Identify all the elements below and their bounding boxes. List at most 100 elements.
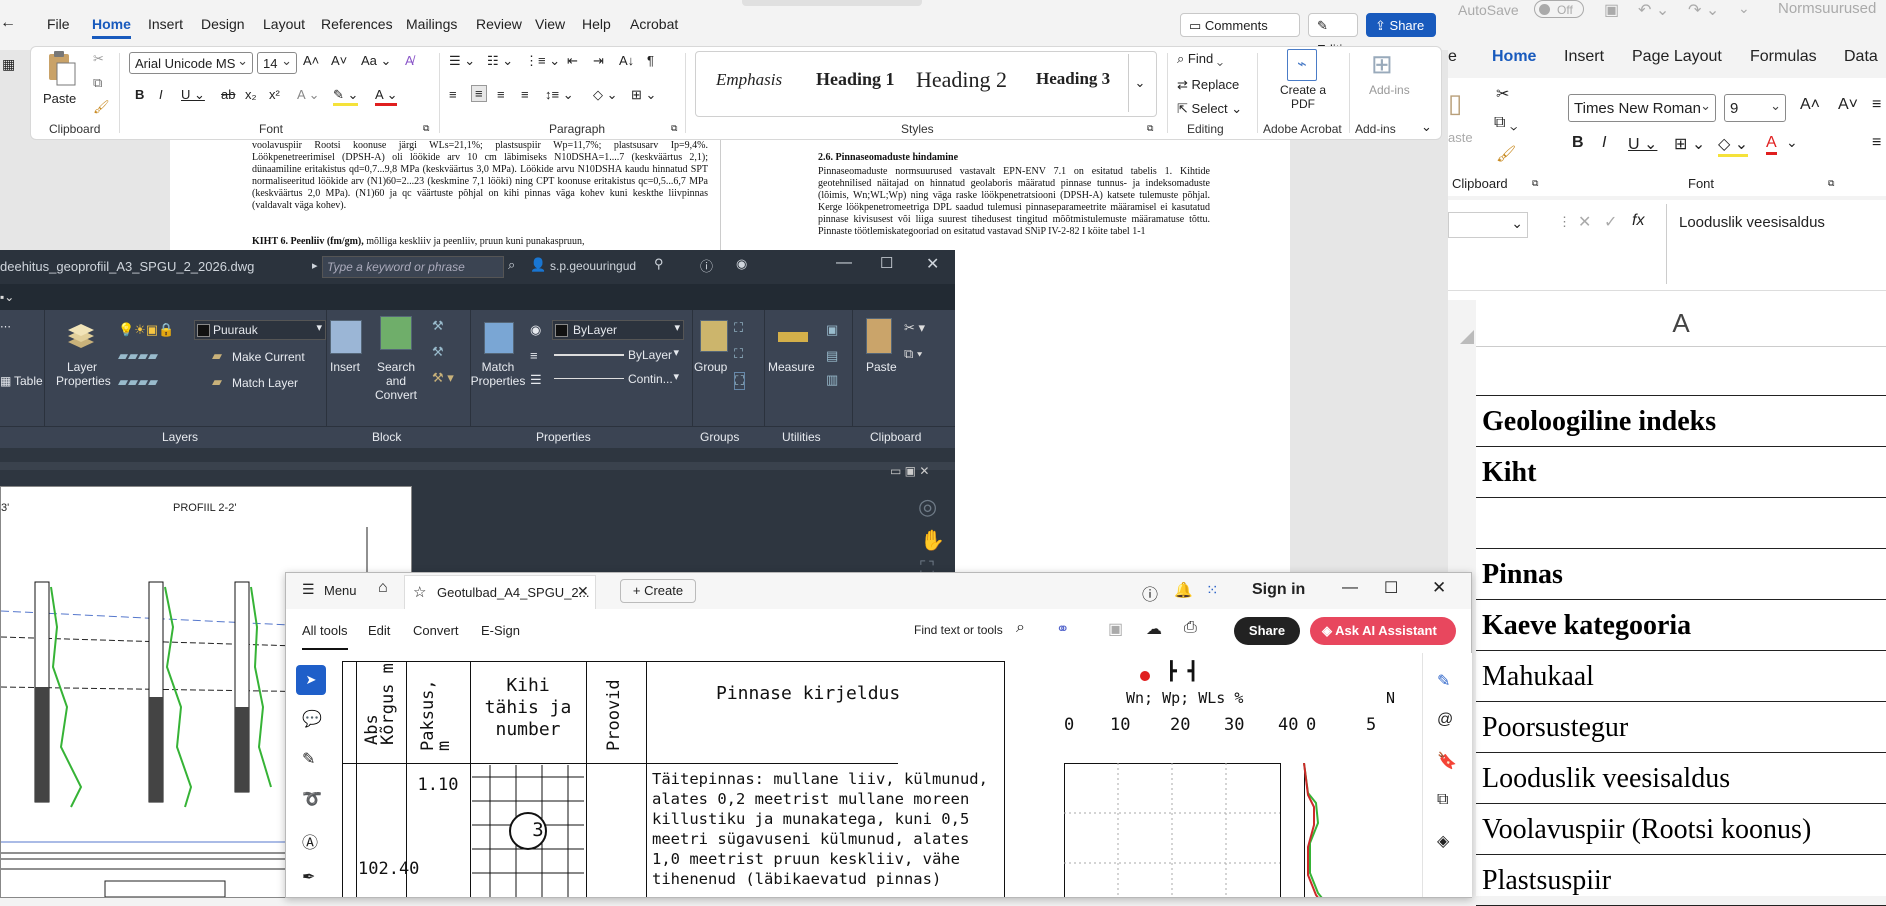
format-painter-icon[interactable]: 🖌 (93, 99, 110, 115)
color-select[interactable]: ByLayer ▾ (552, 320, 684, 340)
tool-edit[interactable]: Edit (368, 623, 390, 638)
style-heading-3[interactable]: Heading 3 (1036, 69, 1110, 89)
layer-properties-icon[interactable] (64, 320, 98, 354)
autosave-toggle[interactable]: Off (1534, 0, 1584, 18)
strike-icon[interactable]: ab (221, 87, 235, 102)
select-button[interactable]: ⇱ Select ⌄ (1177, 101, 1242, 117)
doc-right-paragraph[interactable]: Pinnaseomaduste normsuurused vastavalt E… (818, 166, 1210, 260)
sign-in-link[interactable]: Sign in (1252, 581, 1305, 599)
edit-pdf-icon[interactable]: ✎ (1437, 671, 1450, 691)
excel-row-cell[interactable]: Geoloogiline indeks (1476, 397, 1886, 447)
align-icon[interactable]: ≡ (1872, 134, 1881, 152)
match-properties-icon[interactable] (484, 322, 514, 354)
excel-row-cell[interactable] (1476, 499, 1886, 549)
select-all-corner[interactable] (1448, 300, 1476, 346)
back-arrow-icon[interactable]: ← (0, 14, 16, 32)
dialog-launcher-icon[interactable]: ⧉ (1532, 178, 1538, 189)
color-wheel-icon[interactable]: ◉ (530, 322, 541, 338)
select-tool-icon[interactable]: ➤ (296, 665, 326, 695)
fill-color-icon[interactable]: ◇ ⌄ (1718, 134, 1749, 157)
panel-layers[interactable]: Layers (162, 430, 198, 444)
save-icon[interactable]: ▣ (1108, 619, 1123, 639)
layers-icon[interactable]: ◈ (1437, 831, 1449, 851)
more-icon[interactable]: ⋮ (1558, 214, 1571, 230)
ribbon-arrow-icon[interactable]: ⋯ (0, 320, 11, 333)
layer-select[interactable]: Puurauk ▾ (194, 320, 326, 340)
cancel-icon[interactable]: ✕ (1578, 212, 1591, 232)
grow-font-icon[interactable]: A˄ (303, 53, 319, 68)
replace-button[interactable]: ⇄ Replace (1177, 77, 1239, 93)
chevron-down-icon[interactable]: ⌄ (1786, 134, 1798, 151)
table-icon[interactable]: ▦ (0, 374, 11, 388)
lasso-tool-icon[interactable]: ➰ (302, 789, 322, 809)
comment-tool-icon[interactable]: 💬 (302, 709, 322, 729)
bell-icon[interactable]: 🔔 (1174, 581, 1193, 599)
undo-icon[interactable]: ↶ ⌄ (1638, 0, 1669, 20)
dialog-launcher-icon[interactable]: ⧉ (1147, 123, 1153, 134)
find-button[interactable]: ⌕ Find ⌄ (1177, 51, 1223, 67)
borders-icon[interactable]: ⊞ ⌄ (1674, 134, 1705, 154)
paste-label[interactable]: Paste (43, 91, 76, 106)
panel-clipboard[interactable]: Clipboard (870, 430, 921, 444)
bullets-icon[interactable]: ☰ ⌄ (449, 53, 475, 69)
calculator-icon[interactable]: ▥ (826, 372, 838, 388)
excel-row-cell[interactable]: Kiht (1476, 448, 1886, 498)
increase-indent-icon[interactable]: ⇥ (593, 53, 604, 69)
group-icon[interactable] (700, 320, 728, 352)
dialog-launcher-icon[interactable]: ⧉ (423, 123, 429, 134)
search-convert-label[interactable]: Search and Convert (368, 360, 424, 402)
create-pdf-icon[interactable]: ⌁ (1287, 49, 1317, 81)
dialog-launcher-icon[interactable]: ⧉ (1828, 178, 1834, 189)
close-icon[interactable]: ✕ (926, 254, 939, 274)
line-spacing-icon[interactable]: ↕≡ ⌄ (545, 87, 574, 103)
pdf-page[interactable]: Abs Kõrgus m Paksus, m Kihi tähis ja num… (336, 653, 1422, 897)
cut-icon[interactable]: ✂ (93, 51, 104, 67)
excel-font-size[interactable]: 9 (1724, 92, 1786, 122)
autocad-search-input[interactable]: Type a keyword or phrase (322, 256, 504, 278)
search-icon[interactable]: ⌕ (1016, 619, 1025, 637)
match-layer-icon[interactable]: ▰ (212, 374, 222, 390)
document-tab[interactable]: ☆ Geotulbad_A4_SPGU_2... ✕ (404, 575, 596, 610)
xtab-home[interactable]: Home (1492, 48, 1536, 66)
utility-2-icon[interactable]: ▤ (826, 348, 838, 364)
grid-icon[interactable]: ▦ (2, 56, 15, 73)
tab-references[interactable]: References (321, 16, 393, 32)
create-button[interactable]: + Create (620, 579, 696, 603)
pages-icon[interactable]: ⧉ (1437, 791, 1448, 809)
excel-row-cell[interactable]: Pinnas (1476, 550, 1886, 600)
dialog-launcher-icon[interactable]: ⧉ (671, 123, 677, 134)
subscript-icon[interactable]: x₂ (245, 87, 257, 102)
excel-font-color-icon[interactable]: A (1766, 134, 1777, 155)
doc-left-paragraph[interactable]: voolavuspiir Rootsi koonuse järgi WLs=21… (252, 140, 708, 212)
app-menu-icon[interactable]: ▪⌄ (0, 290, 14, 304)
block-tool-1-icon[interactable]: ⚒ (432, 318, 444, 334)
minimize-icon[interactable]: — (836, 254, 852, 272)
sort-icon[interactable]: A↓ (619, 53, 634, 68)
group-label[interactable]: Group (694, 360, 727, 374)
lineweight-select[interactable]: ByLayer ▾ (552, 346, 682, 364)
comments-button[interactable]: ▭ Comments (1180, 13, 1300, 37)
table-label[interactable]: Table (14, 374, 43, 388)
align-center-icon[interactable]: ≡ (471, 85, 487, 102)
excel-row-cell[interactable]: Voolavuspiir (Rootsi koonus) (1476, 805, 1886, 855)
menu-label[interactable]: Menu (324, 583, 357, 598)
tool-convert[interactable]: Convert (413, 623, 459, 638)
styles-more-icon[interactable]: ⌄ (1128, 54, 1151, 112)
xtab-file[interactable]: e (1448, 48, 1457, 66)
excel-row-cell[interactable]: Plastsuspiir (1476, 856, 1886, 906)
maximize-icon[interactable]: ☐ (880, 254, 893, 272)
tab-review[interactable]: Review (476, 16, 522, 32)
pan-icon[interactable]: ✋ (920, 528, 945, 553)
excel-italic-icon[interactable]: I (1602, 134, 1606, 152)
match-properties-label[interactable]: Match Properties (470, 360, 526, 388)
print-icon[interactable]: ⎙ (1184, 619, 1197, 637)
paste-icon[interactable] (866, 318, 892, 354)
save-icon[interactable]: ▣ (1604, 0, 1619, 20)
maximize-icon[interactable]: ☐ (1384, 578, 1398, 598)
feedback-icon[interactable]: ◉ (736, 256, 747, 272)
excel-paste-label[interactable]: aste (1448, 130, 1473, 145)
linetype-select[interactable]: Contin... ▾ (552, 370, 682, 388)
copy-icon[interactable]: ⧉ ⌄ (1494, 114, 1517, 132)
justify-icon[interactable]: ≡ (521, 87, 529, 102)
excel-row-cell[interactable]: Looduslik veesisaldus (1476, 754, 1886, 804)
